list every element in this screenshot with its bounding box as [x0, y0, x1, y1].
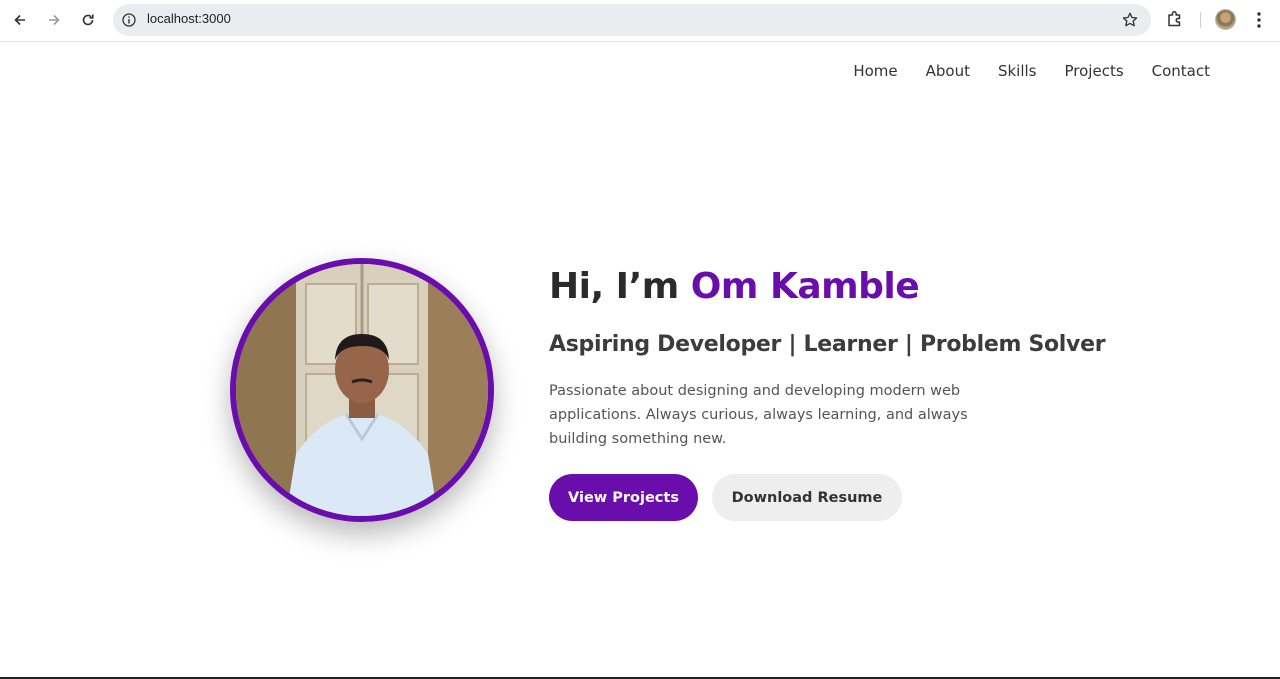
reload-icon[interactable] — [77, 9, 99, 31]
nav-projects[interactable]: Projects — [1065, 62, 1124, 80]
profile-photo — [230, 258, 494, 522]
nav-home[interactable]: Home — [853, 62, 897, 80]
hero-name: Om Kamble — [690, 266, 920, 307]
site-nav: Home About Skills Projects Contact — [853, 62, 1210, 80]
hero-description: Passionate about designing and developin… — [549, 383, 968, 447]
address-bar[interactable]: localhost:3000 — [113, 4, 1151, 36]
bookmark-star-icon[interactable] — [1121, 11, 1139, 29]
nav-skills[interactable]: Skills — [998, 62, 1037, 80]
menu-icon[interactable] — [1250, 10, 1268, 30]
toolbar-divider — [1200, 12, 1201, 28]
hero-greeting: Hi, I’m — [549, 266, 691, 307]
site-info-icon[interactable] — [121, 12, 137, 28]
forward-icon[interactable] — [43, 9, 65, 31]
view-projects-button[interactable]: View Projects — [549, 474, 698, 521]
profile-avatar[interactable] — [1215, 9, 1236, 30]
extensions-icon[interactable] — [1165, 9, 1185, 29]
browser-toolbar: localhost:3000 — [0, 0, 1280, 42]
hero-title: Hi, I’m Om Kamble — [549, 266, 920, 307]
nav-contact[interactable]: Contact — [1152, 62, 1210, 80]
download-resume-button[interactable]: Download Resume — [712, 474, 902, 521]
hero-subtitle: Aspiring Developer | Learner | Problem S… — [549, 332, 1106, 357]
back-icon[interactable] — [9, 9, 31, 31]
nav-about[interactable]: About — [926, 62, 970, 80]
url-text[interactable]: localhost:3000 — [147, 11, 231, 26]
